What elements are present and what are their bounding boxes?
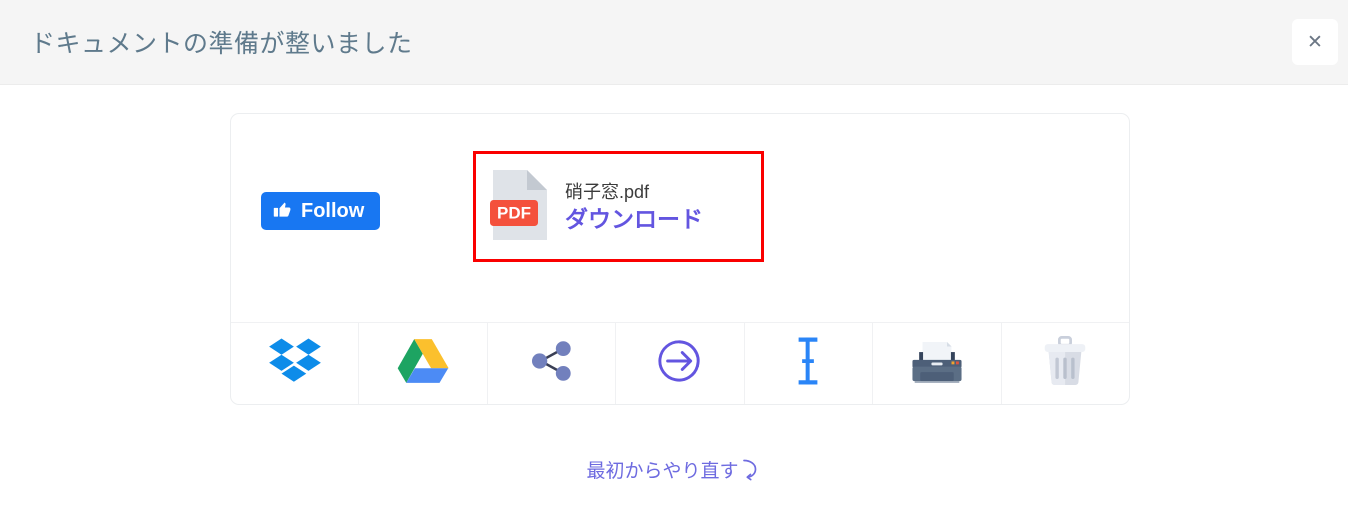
dialog-body: Follow PDF 硝子窓.pdf ダウンロード 最初からやり直す bbox=[0, 85, 1348, 511]
restart-label: 最初からやり直す bbox=[586, 461, 739, 482]
google-drive-icon bbox=[396, 336, 450, 391]
action-share[interactable] bbox=[488, 323, 617, 404]
action-dropbox[interactable] bbox=[231, 323, 360, 404]
pdf-file-icon: PDF bbox=[489, 168, 551, 247]
arrow-right-circle-icon bbox=[653, 335, 707, 392]
thumbs-up-icon bbox=[273, 200, 292, 222]
result-card: Follow PDF 硝子窓.pdf ダウンロード bbox=[230, 113, 1130, 405]
action-print[interactable] bbox=[873, 323, 1002, 404]
action-icon-row bbox=[231, 322, 1129, 404]
download-link[interactable]: PDF 硝子窓.pdf ダウンロード bbox=[489, 168, 703, 247]
trash-icon bbox=[1040, 334, 1090, 393]
dialog-header: ドキュメントの準備が整いました ✕ bbox=[0, 0, 1348, 85]
page-title: ドキュメントの準備が整いました bbox=[30, 30, 413, 58]
close-icon: ✕ bbox=[1307, 30, 1323, 53]
follow-button-label: Follow bbox=[301, 200, 365, 222]
dropbox-icon bbox=[268, 336, 322, 391]
card-top-section: Follow PDF 硝子窓.pdf ダウンロード bbox=[231, 114, 1129, 323]
action-google-drive[interactable] bbox=[359, 323, 488, 404]
action-edit-text[interactable] bbox=[745, 323, 874, 404]
download-label: ダウンロード bbox=[565, 206, 703, 233]
share-icon bbox=[525, 336, 579, 391]
action-send[interactable] bbox=[616, 323, 745, 404]
rotate-arrow-icon bbox=[740, 457, 762, 486]
follow-button[interactable]: Follow bbox=[261, 192, 381, 230]
text-cursor-icon bbox=[791, 334, 825, 393]
printer-icon bbox=[908, 335, 966, 392]
file-name: 硝子窓.pdf bbox=[565, 181, 650, 202]
restart-link[interactable]: 最初からやり直す bbox=[0, 457, 1348, 486]
svg-text:PDF: PDF bbox=[497, 204, 531, 223]
action-delete[interactable] bbox=[1002, 323, 1129, 404]
close-button[interactable]: ✕ bbox=[1292, 19, 1338, 65]
